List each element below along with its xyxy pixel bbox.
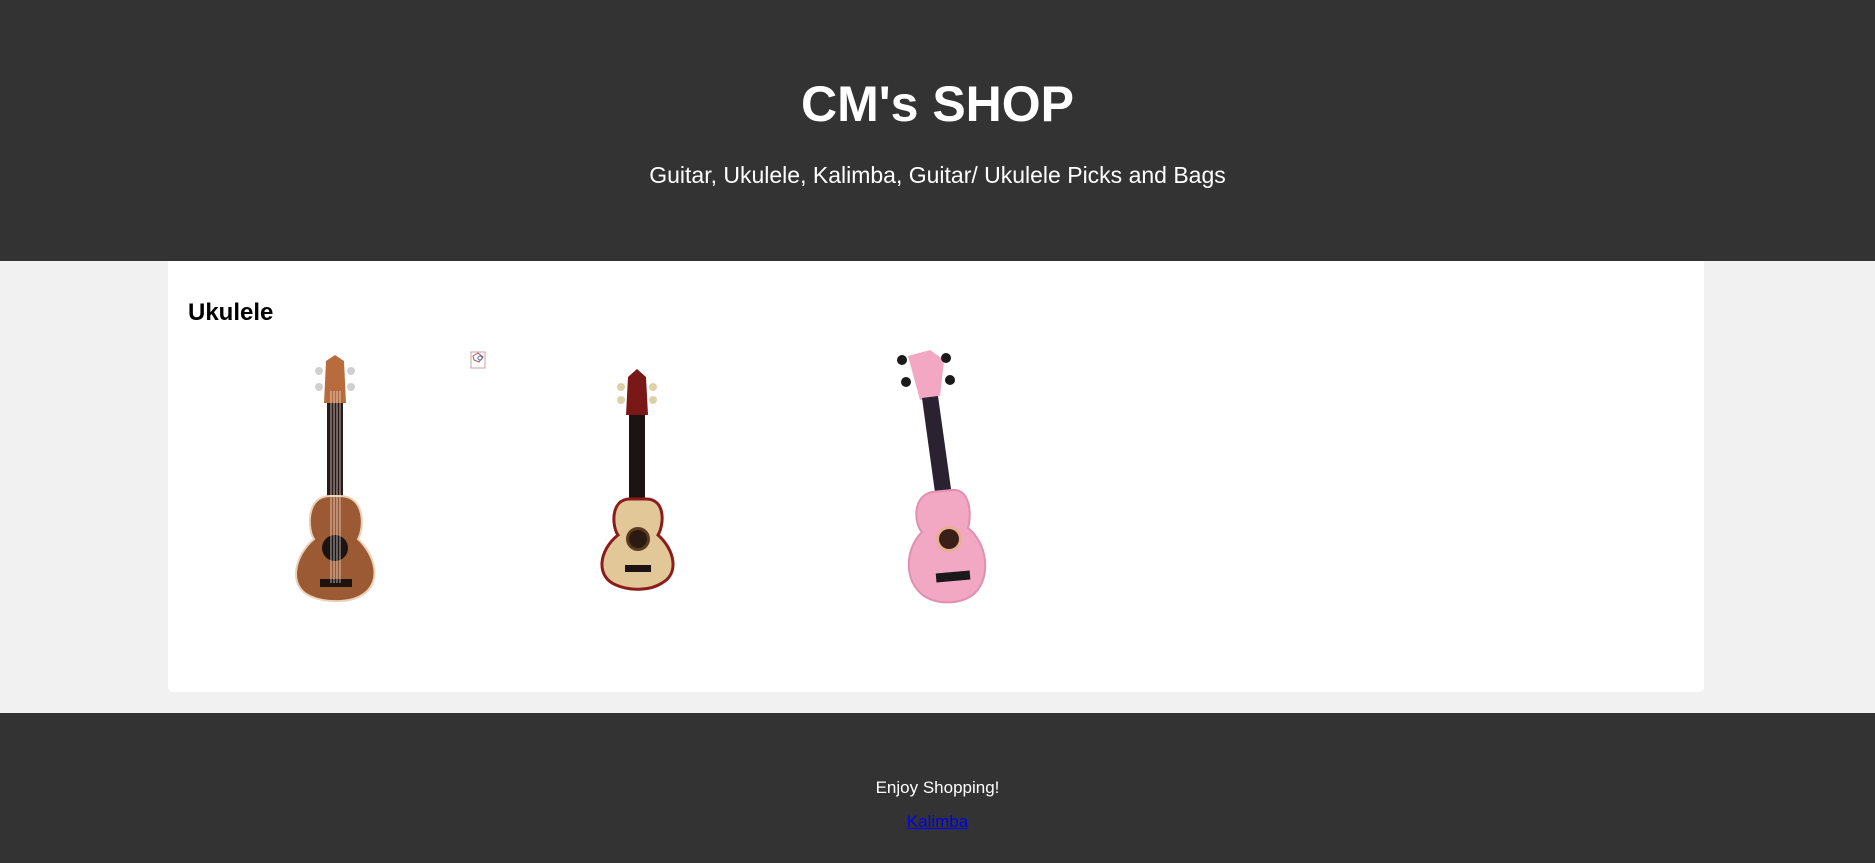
- section-heading: Ukulele: [188, 299, 274, 326]
- site-title: CM's SHOP: [800, 76, 1075, 132]
- ukulele-3-drawing: [897, 350, 987, 604]
- product-image-pink-ukulele[interactable]: [878, 346, 998, 616]
- site-footer: Enjoy Shopping! Kalimba: [0, 713, 1875, 863]
- broken-image-icon: [470, 351, 486, 369]
- site-header: CM's SHOP Guitar, Ukulele, Kalimba, Guit…: [0, 0, 1875, 261]
- site-tagline: Guitar, Ukulele, Kalimba, Guitar/ Ukulel…: [649, 162, 1226, 188]
- product-image-natural-ukulele[interactable]: [588, 367, 688, 592]
- kalimba-link[interactable]: Kalimba: [907, 812, 968, 831]
- ukulele-1-drawing: [295, 355, 376, 603]
- product-image-mahogany-ukulele[interactable]: [280, 351, 390, 606]
- footer-link-container: Kalimba: [0, 811, 1875, 833]
- main-content-card: Ukulele: [168, 261, 1704, 692]
- ukulele-2-drawing: [600, 369, 675, 591]
- footer-message: Enjoy Shopping!: [875, 778, 1000, 797]
